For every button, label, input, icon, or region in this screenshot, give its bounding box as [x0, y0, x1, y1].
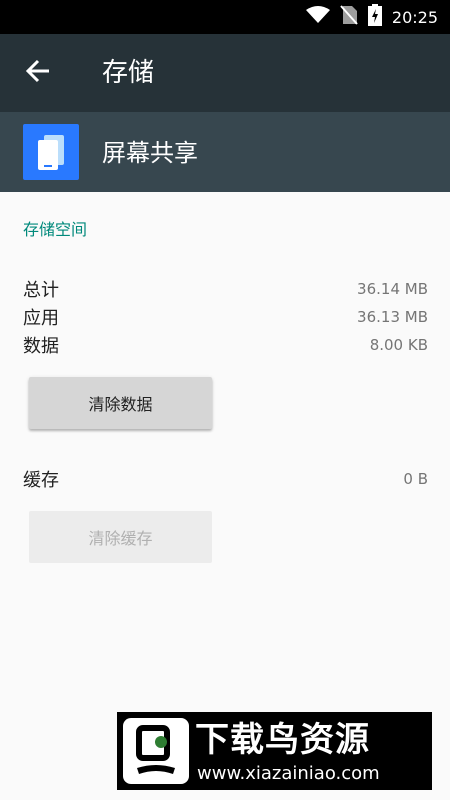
- back-arrow-icon: [25, 58, 51, 88]
- battery-charging-icon: [367, 4, 382, 30]
- no-sim-icon: [340, 5, 358, 29]
- data-size-label: 数据: [23, 336, 59, 357]
- app-size-row: 应用 36.13 MB: [23, 303, 428, 331]
- page-title: 存储: [102, 58, 155, 88]
- app-header: 屏幕共享: [0, 112, 450, 192]
- watermark-logo-icon: [123, 718, 189, 784]
- cache-value: 0 B: [403, 470, 428, 488]
- screen-share-app-icon: [23, 124, 79, 180]
- watermark: 下载鸟资源 www.xiazainiao.com: [117, 712, 432, 790]
- cache-label: 缓存: [23, 470, 59, 491]
- clear-data-button[interactable]: 清除数据: [29, 377, 212, 429]
- screen: 20:25 存储 屏幕共享 存储空间 总计 36.14 MB 应用 36.13 …: [0, 0, 450, 800]
- app-name: 屏幕共享: [102, 139, 198, 167]
- toolbar: 存储: [0, 34, 450, 112]
- status-icons: 20:25: [305, 0, 438, 34]
- cache-row: 缓存 0 B: [23, 465, 428, 493]
- app-size-label: 应用: [23, 308, 59, 329]
- status-bar: 20:25: [0, 0, 450, 34]
- data-size-row: 数据 8.00 KB: [23, 331, 428, 359]
- total-value: 36.14 MB: [357, 280, 428, 298]
- clear-cache-button: 清除缓存: [29, 511, 212, 563]
- total-label: 总计: [23, 280, 59, 301]
- app-size-value: 36.13 MB: [357, 308, 428, 326]
- wifi-icon: [305, 6, 330, 28]
- watermark-url: www.xiazainiao.com: [197, 763, 380, 784]
- total-row: 总计 36.14 MB: [23, 275, 428, 303]
- storage-section-title: 存储空间: [23, 220, 88, 239]
- back-button[interactable]: [14, 49, 62, 97]
- data-size-value: 8.00 KB: [369, 336, 428, 354]
- status-time: 20:25: [391, 7, 438, 27]
- watermark-title: 下载鸟资源: [195, 720, 370, 760]
